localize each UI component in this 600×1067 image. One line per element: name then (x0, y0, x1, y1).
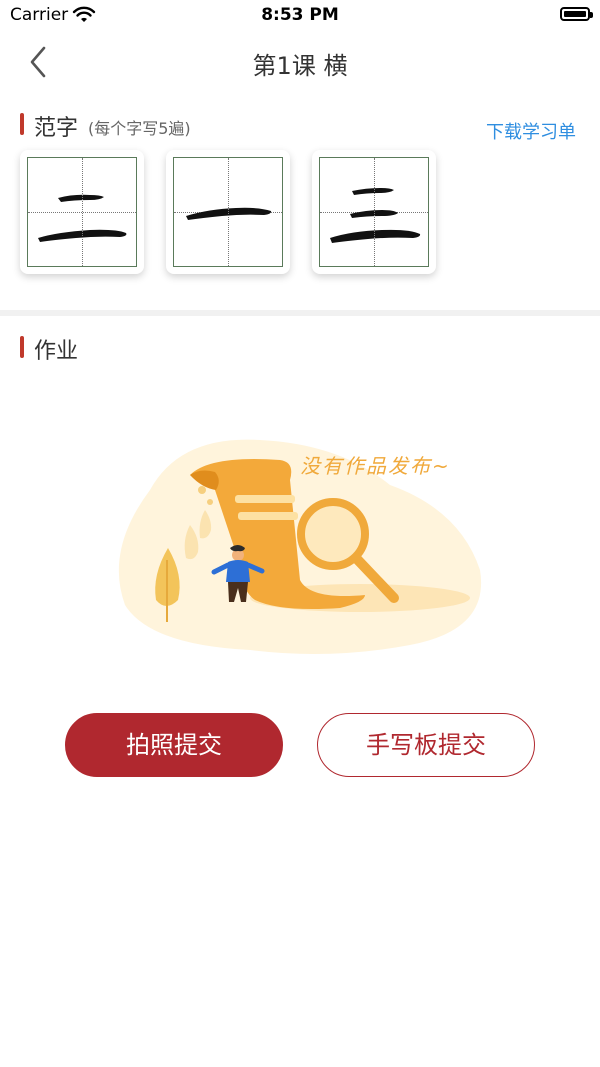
photo-submit-button[interactable]: 拍照提交 (65, 713, 283, 777)
char-san-glyph (330, 188, 421, 243)
status-bar: Carrier 8:53 PM (0, 0, 600, 32)
model-chars-title: 范字 (34, 116, 79, 141)
handwriting-submit-button[interactable]: 手写板提交 (317, 713, 535, 777)
nav-bar: 第1课 横 (0, 32, 600, 92)
section-accent (20, 336, 24, 358)
download-worksheet-link[interactable]: 下载学习单 (486, 118, 576, 144)
char-card-er[interactable] (20, 150, 144, 274)
homework-title: 作业 (34, 339, 79, 364)
battery-icon (560, 7, 593, 21)
char-er-glyph (38, 194, 127, 242)
char-card-yi[interactable] (166, 150, 290, 274)
char-grid (27, 157, 137, 267)
section-divider (0, 310, 600, 316)
model-chars-header: 范字 (每个字写5遍) (20, 110, 320, 141)
empty-state-text: 没有作品发布~ (300, 454, 451, 478)
char-card-san[interactable] (312, 150, 436, 274)
char-yi-glyph (186, 207, 272, 220)
char-grid (319, 157, 429, 267)
model-chars-subtitle: (每个字写5遍) (88, 119, 191, 138)
page-title: 第1课 横 (252, 52, 348, 80)
section-accent (20, 113, 24, 135)
homework-header: 作业 (20, 333, 220, 364)
char-grid (173, 157, 283, 267)
clock: 8:53 PM (261, 5, 339, 25)
model-char-cards (20, 150, 440, 274)
